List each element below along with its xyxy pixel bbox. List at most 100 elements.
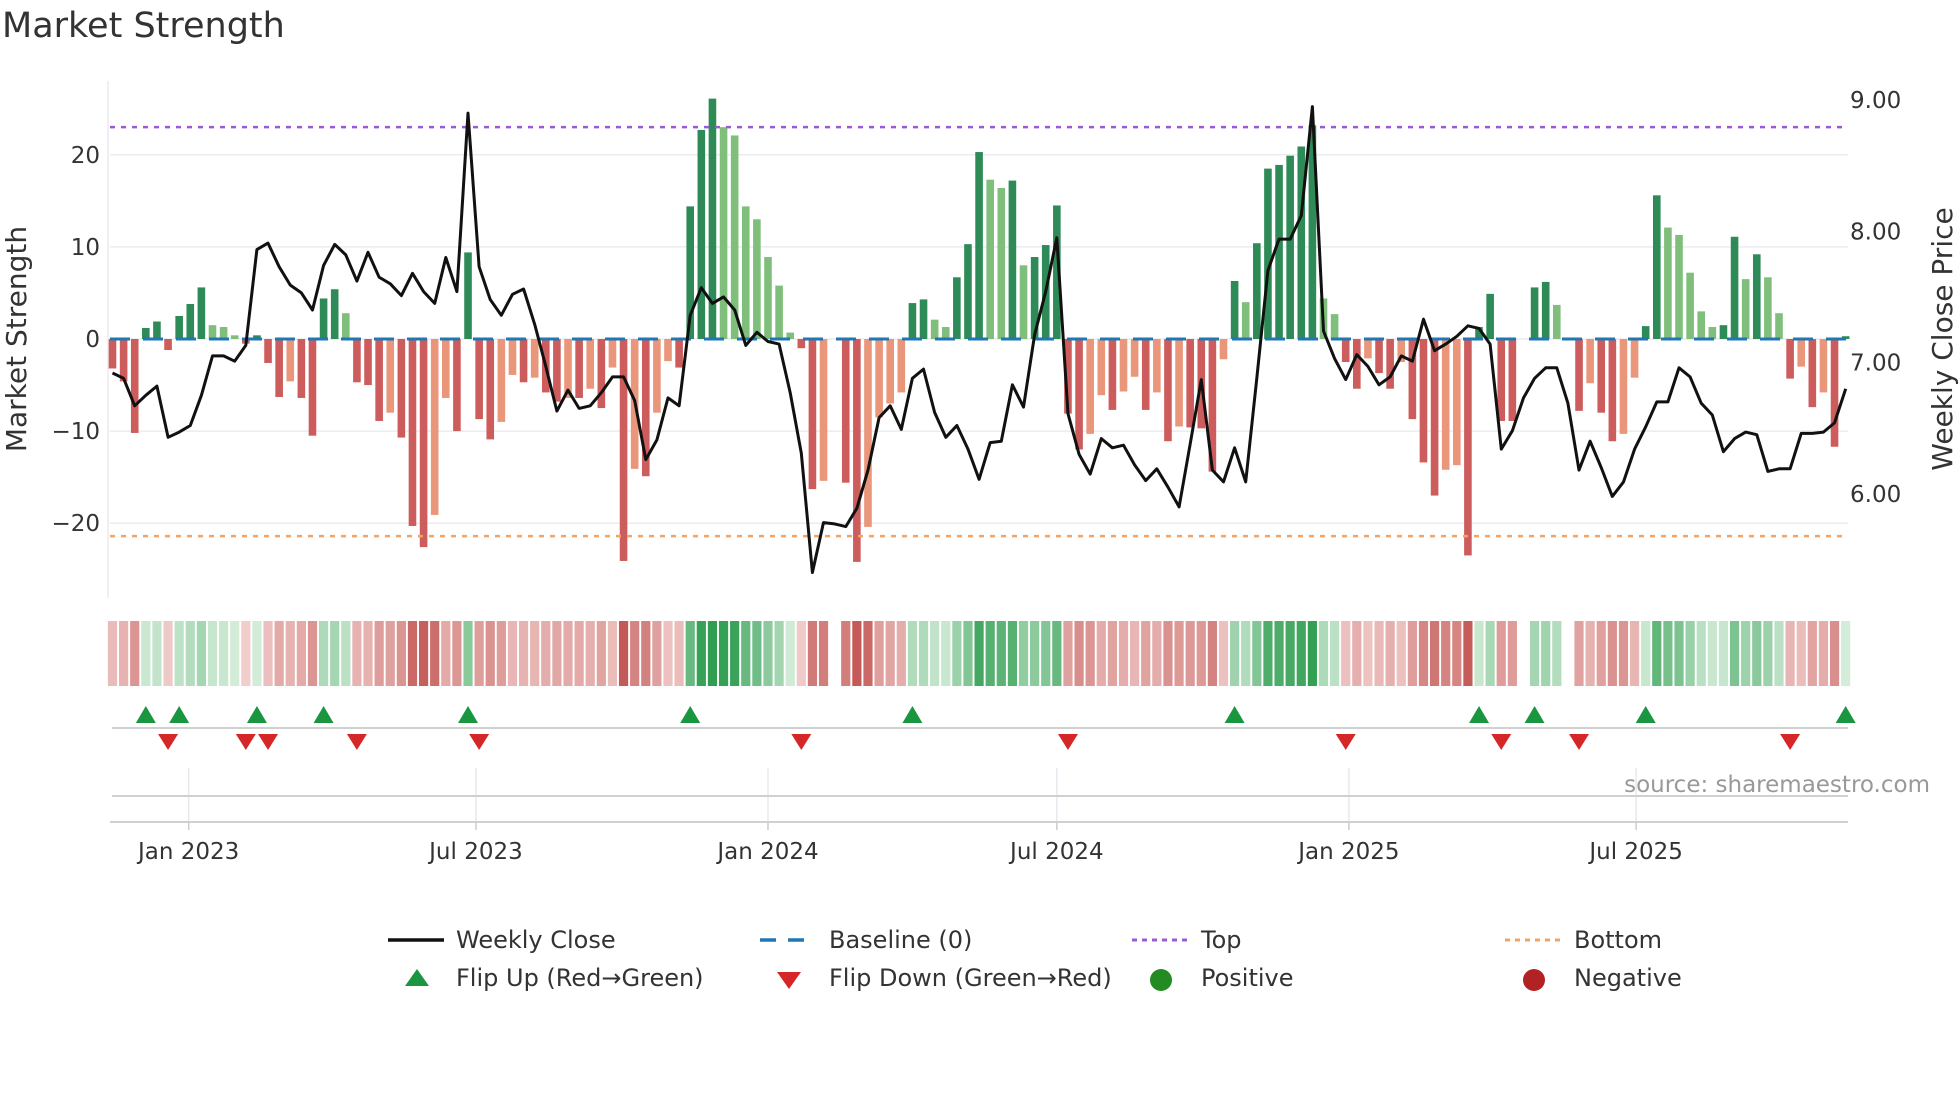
x-tick-label: Jul 2023 [427,839,523,865]
strength-cell-negative [1463,621,1473,686]
strength-bar-negative [608,339,617,368]
strength-bar-positive [175,315,183,339]
strength-cell-negative [474,621,484,686]
strength-cell-negative [1418,621,1429,686]
strength-cell-negative [430,621,440,686]
strength-cell-negative [496,621,506,686]
strength-cell-negative [1152,621,1162,686]
strength-cell-positive [1252,621,1262,686]
strength-bar-positive [1286,155,1294,339]
strength-bar-negative [1575,339,1583,411]
strength-bar-positive [186,304,195,339]
strength-bar-negative [1464,339,1472,556]
strength-cell-negative [396,621,406,686]
strength-cell-negative [874,621,884,686]
strength-cell-positive [718,621,729,686]
strength-bar-negative [1141,339,1150,410]
strength-bar-negative [419,339,428,548]
legend-top-icon [1132,938,1188,942]
flip-down-marker [1057,734,1078,750]
strength-cell-negative [452,621,462,686]
strength-bar-negative [497,339,506,422]
strength-bar-negative [1453,339,1461,466]
flip-up-marker [1635,706,1656,723]
strength-bar-positive [775,285,783,339]
strength-bar-negative [1130,339,1139,377]
flip-down-marker [1569,734,1590,750]
strength-cell-positive [774,621,784,686]
strength-cell-positive [1330,621,1340,686]
strength-cell-negative [563,621,573,686]
strength-cell-negative [1796,621,1806,686]
strength-bar-negative [841,339,850,483]
strength-bar-negative [1586,339,1594,384]
strength-bar-negative [553,339,561,402]
strength-bar-positive [697,129,706,339]
legend-flip-up: Flip Up (Red→Green) [456,964,704,992]
y2-tick-label: 9.00 [1850,88,1901,114]
strength-bar-positive [142,327,150,339]
strength-bar-positive [1697,311,1706,339]
strength-bar-negative [1786,339,1794,379]
strength-cell-positive [1707,621,1717,686]
strength-bar-negative [264,339,272,363]
strength-bar-positive [1775,313,1783,339]
strength-cell-negative [1063,621,1073,686]
strength-cell-negative [796,621,806,686]
strength-cell-negative [1585,621,1595,686]
flip-down-marker [791,734,812,750]
strength-cell-negative [1618,621,1629,686]
strength-bar-negative [1119,339,1128,392]
strength-cell-negative [1374,621,1384,686]
strength-bar-negative [1597,339,1606,413]
strength-cell-positive [141,621,151,686]
strength-cell-positive [1274,621,1284,686]
strength-cell-negative [119,621,129,686]
strength-bar-negative [430,339,439,515]
strength-cell-positive [974,621,984,686]
strength-bar-positive [1553,304,1561,339]
strength-cell-negative [1385,621,1395,686]
strength-bar-positive [208,325,217,339]
strength-cell-negative [574,621,584,686]
legend-flip-down-icon [777,972,801,989]
strength-cell-negative [130,621,140,686]
strength-cell-negative [641,621,651,686]
flip-down-marker [258,734,279,750]
strength-cell-positive [152,621,162,686]
flip-up-marker [680,706,701,723]
strength-cell-positive [996,621,1006,686]
strength-bar-negative [1153,339,1161,393]
strength-bar-positive [1264,168,1272,339]
strength-cell-positive [185,621,195,686]
strength-bar-positive [1752,254,1761,339]
strength-cell-negative [385,621,395,686]
strength-bar-negative [475,339,483,420]
strength-bar-negative [1797,339,1806,367]
strength-bar-negative [442,339,450,398]
y2-tick-label: 6.00 [1850,482,1901,508]
strength-cell-negative [418,621,429,686]
strength-bar-positive [1008,180,1017,339]
strength-cell-negative [285,621,295,686]
strength-bar-negative [1164,339,1172,442]
strength-bar-positive [997,187,1006,339]
strength-bar-positive [1641,326,1650,339]
strength-bar-positive [1719,325,1728,339]
strength-cell-negative [363,621,373,686]
strength-bar-negative [297,339,306,398]
strength-bar-negative [675,339,683,368]
strength-bar-positive [741,206,750,339]
strength-bar-negative [164,339,172,351]
strength-bar-negative [1808,339,1817,408]
y-tick-label: −20 [51,511,100,537]
strength-bar-positive [986,179,994,339]
strength-cell-positive [1485,621,1495,686]
strength-bar-positive [1019,265,1028,339]
flip-down-marker [158,734,179,750]
legend-weekly-close-icon [388,938,444,942]
strength-bar-negative [1608,339,1617,442]
flip-down-marker [1335,734,1356,750]
strength-bar-negative [897,339,906,393]
strength-cell-positive [463,621,473,686]
